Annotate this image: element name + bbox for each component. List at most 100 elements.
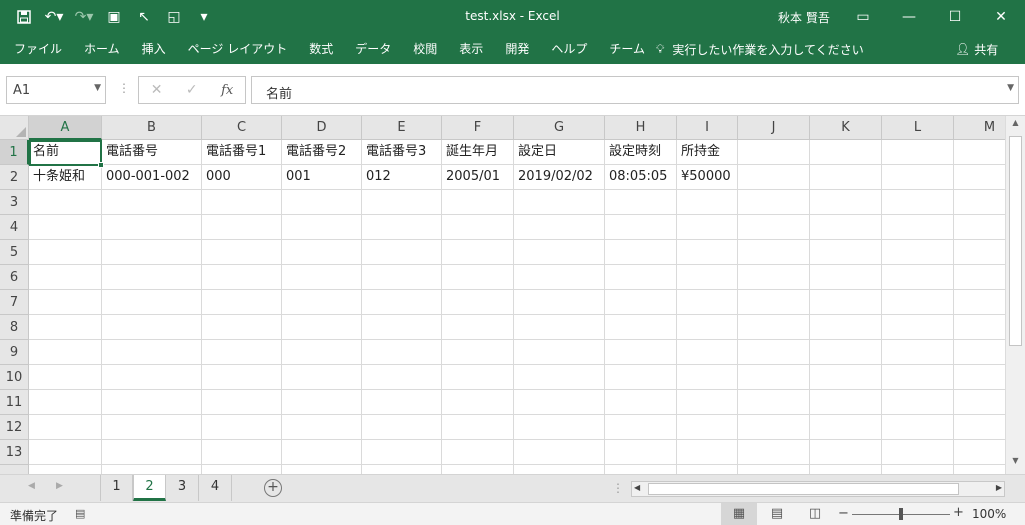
- cell[interactable]: [605, 265, 677, 290]
- cell[interactable]: [810, 140, 882, 165]
- cell[interactable]: [202, 265, 282, 290]
- cell[interactable]: [738, 265, 810, 290]
- cell[interactable]: [738, 365, 810, 390]
- column-header[interactable]: A: [29, 116, 102, 140]
- column-header[interactable]: G: [514, 116, 605, 140]
- cell[interactable]: [738, 140, 810, 165]
- name-box[interactable]: A1 ▼: [6, 76, 106, 104]
- add-sheet-icon[interactable]: +: [264, 479, 282, 497]
- scroll-down-icon[interactable]: ▼: [1006, 456, 1025, 472]
- tab-data[interactable]: データ: [344, 34, 402, 64]
- cell[interactable]: [29, 215, 102, 240]
- cell[interactable]: [810, 190, 882, 215]
- cell[interactable]: [514, 465, 605, 474]
- cell[interactable]: [442, 290, 514, 315]
- formula-input[interactable]: 名前 ▼: [251, 76, 1019, 104]
- tab-home[interactable]: ホーム: [73, 34, 131, 64]
- column-header[interactable]: I: [677, 116, 738, 140]
- cell[interactable]: [442, 265, 514, 290]
- horizontal-scroll-thumb[interactable]: [648, 483, 959, 495]
- row-header[interactable]: 5: [0, 240, 29, 265]
- cell[interactable]: 所持金: [677, 140, 738, 165]
- sheet-tab[interactable]: 3: [166, 475, 199, 501]
- cell[interactable]: [442, 390, 514, 415]
- cell[interactable]: [677, 190, 738, 215]
- cell[interactable]: [605, 390, 677, 415]
- tab-page-layout[interactable]: ページ レイアウト: [177, 34, 299, 64]
- cell[interactable]: [102, 465, 202, 474]
- cell[interactable]: [282, 365, 362, 390]
- cell[interactable]: [810, 440, 882, 465]
- cell[interactable]: [514, 390, 605, 415]
- cell[interactable]: 誕生年月: [442, 140, 514, 165]
- page-break-preview-icon[interactable]: ◫: [797, 503, 833, 525]
- vertical-scrollbar[interactable]: ▲ ▼: [1005, 116, 1025, 474]
- cell[interactable]: [362, 215, 442, 240]
- cell[interactable]: [677, 440, 738, 465]
- cell[interactable]: [882, 315, 954, 340]
- cell[interactable]: [810, 265, 882, 290]
- share-button[interactable]: 👤︎ 共有: [955, 34, 998, 64]
- tab-file[interactable]: ファイル: [3, 34, 73, 64]
- cell[interactable]: [362, 415, 442, 440]
- cell[interactable]: [362, 465, 442, 474]
- cell[interactable]: [29, 390, 102, 415]
- cell[interactable]: [362, 340, 442, 365]
- cell[interactable]: [605, 415, 677, 440]
- cell[interactable]: [882, 265, 954, 290]
- cell[interactable]: [810, 165, 882, 190]
- cell[interactable]: [29, 240, 102, 265]
- cell[interactable]: 名前: [29, 140, 102, 165]
- cell[interactable]: [362, 315, 442, 340]
- cell[interactable]: [362, 190, 442, 215]
- cell[interactable]: [282, 465, 362, 474]
- cell[interactable]: [882, 190, 954, 215]
- row-header[interactable]: 1: [0, 140, 29, 165]
- cell[interactable]: [29, 365, 102, 390]
- cell[interactable]: [810, 240, 882, 265]
- cell[interactable]: [882, 165, 954, 190]
- sheet-tab-active[interactable]: 2: [133, 475, 166, 501]
- zoom-out-icon[interactable]: −: [838, 506, 849, 521]
- cell[interactable]: [677, 365, 738, 390]
- zoom-in-icon[interactable]: +: [953, 505, 964, 520]
- cell[interactable]: [282, 440, 362, 465]
- row-header[interactable]: 10: [0, 365, 29, 390]
- cell[interactable]: [514, 190, 605, 215]
- cell[interactable]: [102, 440, 202, 465]
- cell[interactable]: [677, 340, 738, 365]
- cell[interactable]: [282, 290, 362, 315]
- cell[interactable]: [102, 215, 202, 240]
- row-header[interactable]: 12: [0, 415, 29, 440]
- column-header[interactable]: K: [810, 116, 882, 140]
- cell[interactable]: 電話番号3: [362, 140, 442, 165]
- expand-formula-bar-icon[interactable]: ▼: [1007, 83, 1014, 93]
- cell[interactable]: 000-001-002: [102, 165, 202, 190]
- user-name[interactable]: 秋本 賢吾: [778, 9, 830, 26]
- cell[interactable]: [882, 440, 954, 465]
- maximize-icon[interactable]: ☐: [932, 0, 978, 34]
- cell[interactable]: [954, 240, 1005, 265]
- cell[interactable]: [102, 190, 202, 215]
- cell[interactable]: [282, 340, 362, 365]
- tab-review[interactable]: 校閲: [402, 34, 448, 64]
- cell[interactable]: [102, 340, 202, 365]
- cell[interactable]: [29, 290, 102, 315]
- cell[interactable]: [677, 265, 738, 290]
- zoom-slider-thumb[interactable]: [899, 508, 903, 520]
- cell[interactable]: [442, 365, 514, 390]
- row-header[interactable]: 4: [0, 215, 29, 240]
- cell[interactable]: [282, 415, 362, 440]
- cell[interactable]: 000: [202, 165, 282, 190]
- cell[interactable]: [677, 415, 738, 440]
- cell[interactable]: ¥50000: [677, 165, 738, 190]
- tab-view[interactable]: 表示: [448, 34, 494, 64]
- cell[interactable]: [954, 365, 1005, 390]
- cell[interactable]: [605, 340, 677, 365]
- cell[interactable]: 001: [282, 165, 362, 190]
- cell[interactable]: [882, 390, 954, 415]
- cell[interactable]: [102, 390, 202, 415]
- cell[interactable]: [29, 265, 102, 290]
- cell[interactable]: 08:05:05: [605, 165, 677, 190]
- cell[interactable]: [954, 315, 1005, 340]
